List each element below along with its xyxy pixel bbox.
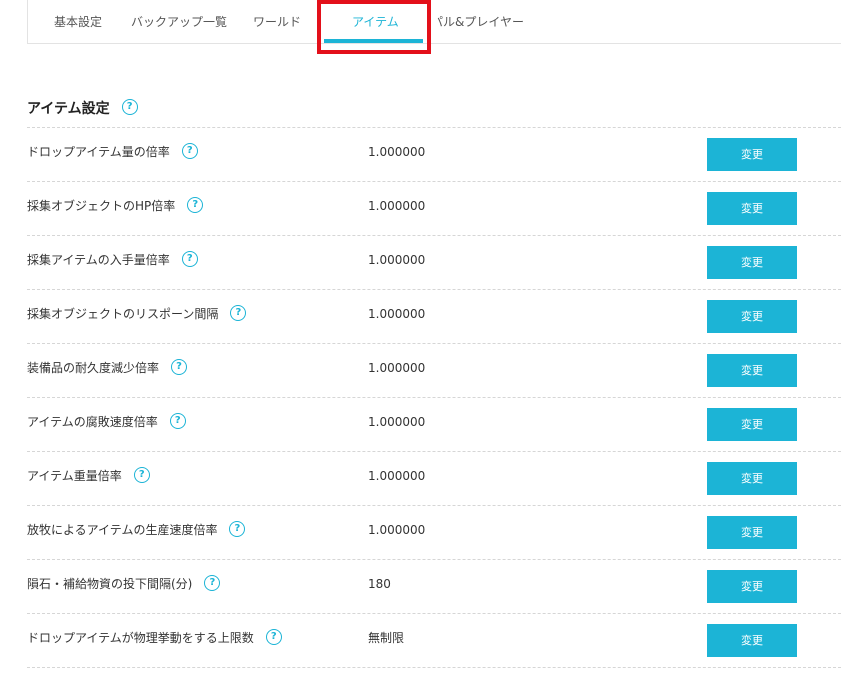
tab-pal-player[interactable]: パル&プレイヤー: [437, 0, 524, 44]
help-icon[interactable]: ?: [265, 628, 282, 645]
setting-row: アイテム重量倍率? 1.000000 変更: [27, 452, 841, 506]
help-icon[interactable]: ?: [181, 250, 198, 267]
help-icon[interactable]: ?: [133, 466, 150, 483]
settings-page: 基本設定 バックアップ一覧 ワールド アイテム パル&プレイヤー アイテム設定?…: [0, 0, 841, 681]
setting-row: 採集オブジェクトのHP倍率? 1.000000 変更: [27, 182, 841, 236]
change-button[interactable]: 変更: [707, 246, 797, 279]
change-button[interactable]: 変更: [707, 354, 797, 387]
setting-row: 隕石・補給物資の投下間隔(分)? 180 変更: [27, 560, 841, 614]
setting-label-text: アイテム重量倍率: [27, 469, 122, 483]
setting-label: 放牧によるアイテムの生産速度倍率?: [27, 506, 246, 559]
setting-row: ドロップアイテム量の倍率? 1.000000 変更: [27, 128, 841, 182]
setting-row: アイテムの腐敗速度倍率? 1.000000 変更: [27, 398, 841, 452]
tab-world[interactable]: ワールド: [253, 0, 301, 44]
setting-label-text: アイテムの腐敗速度倍率: [27, 415, 158, 429]
change-button[interactable]: 変更: [707, 300, 797, 333]
setting-label-text: 隕石・補給物資の投下間隔(分): [27, 577, 193, 591]
tab-backup-list[interactable]: バックアップ一覧: [131, 0, 227, 44]
setting-value: 1.000000: [368, 307, 426, 321]
setting-label-text: ドロップアイテム量の倍率: [27, 145, 170, 159]
setting-label: アイテムの腐敗速度倍率?: [27, 398, 186, 451]
help-icon[interactable]: ?: [230, 304, 247, 321]
setting-row: 装備品の耐久度減少倍率? 1.000000 変更: [27, 344, 841, 398]
setting-label: アイテム重量倍率?: [27, 452, 150, 505]
setting-row: 採集オブジェクトのリスポーン間隔? 1.000000 変更: [27, 290, 841, 344]
help-icon[interactable]: ?: [204, 574, 221, 591]
change-button[interactable]: 変更: [707, 516, 797, 549]
help-icon[interactable]: ?: [121, 99, 138, 115]
setting-label-text: 採集オブジェクトのリスポーン間隔: [27, 307, 219, 321]
setting-value: 1.000000: [368, 361, 426, 375]
setting-label-text: 装備品の耐久度減少倍率: [27, 361, 160, 375]
setting-value: 1.000000: [368, 199, 426, 213]
setting-value: 180: [368, 577, 391, 591]
setting-label-text: 採集オブジェクトのHP倍率: [27, 199, 176, 213]
change-button[interactable]: 変更: [707, 192, 797, 225]
change-button[interactable]: 変更: [707, 570, 797, 603]
help-icon[interactable]: ?: [171, 358, 188, 375]
setting-label: 装備品の耐久度減少倍率?: [27, 344, 188, 397]
tab-basic-settings[interactable]: 基本設定: [54, 0, 102, 44]
setting-label: ドロップアイテム量の倍率?: [27, 128, 198, 181]
setting-value: 1.000000: [368, 145, 426, 159]
help-icon[interactable]: ?: [187, 196, 204, 213]
setting-label: ドロップアイテムが物理挙動をする上限数?: [27, 614, 282, 667]
setting-label: 隕石・補給物資の投下間隔(分)?: [27, 560, 221, 613]
help-icon[interactable]: ?: [169, 412, 186, 429]
help-icon[interactable]: ?: [229, 520, 246, 537]
setting-label: 採集オブジェクトのリスポーン間隔?: [27, 290, 247, 343]
section-title-text: アイテム設定: [27, 101, 110, 117]
change-button[interactable]: 変更: [707, 624, 797, 657]
help-icon[interactable]: ?: [181, 142, 198, 159]
setting-row: ドロップアイテムが物理挙動をする上限数? 無制限 変更: [27, 614, 841, 668]
highlight-annotation-box: [317, 0, 431, 54]
setting-label-text: 採集アイテムの入手量倍率: [27, 253, 170, 267]
change-button[interactable]: 変更: [707, 408, 797, 441]
section-title: アイテム設定?: [27, 99, 138, 119]
setting-value: 無制限: [368, 631, 405, 645]
setting-label-text: ドロップアイテムが物理挙動をする上限数: [27, 631, 254, 645]
setting-value: 1.000000: [368, 523, 426, 537]
setting-label: 採集オブジェクトのHP倍率?: [27, 182, 204, 235]
setting-value: 1.000000: [368, 253, 426, 267]
setting-value: 1.000000: [368, 469, 426, 483]
setting-label-text: 放牧によるアイテムの生産速度倍率: [27, 523, 218, 537]
setting-row: 採集アイテムの入手量倍率? 1.000000 変更: [27, 236, 841, 290]
change-button[interactable]: 変更: [707, 138, 797, 171]
change-button[interactable]: 変更: [707, 462, 797, 495]
setting-value: 1.000000: [368, 415, 426, 429]
setting-row: 放牧によるアイテムの生産速度倍率? 1.000000 変更: [27, 506, 841, 560]
setting-label: 採集アイテムの入手量倍率?: [27, 236, 198, 289]
